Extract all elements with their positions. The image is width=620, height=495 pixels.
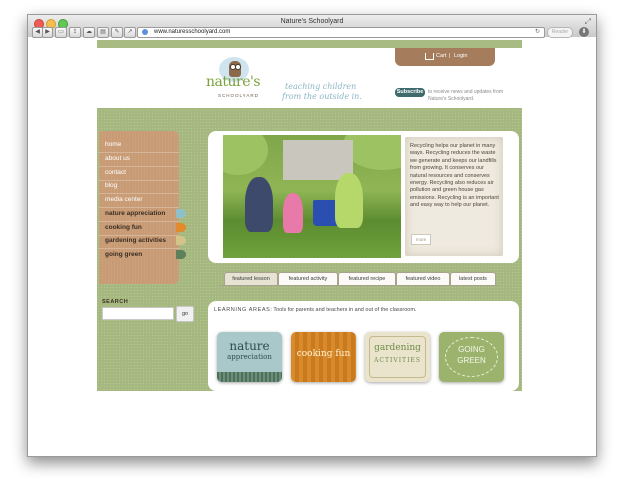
site-logo[interactable]: nature's bbox=[206, 74, 261, 90]
nav-divider bbox=[99, 221, 179, 222]
photo-tree bbox=[223, 135, 268, 175]
featured-caption: Recycling helps our planet in many ways.… bbox=[410, 143, 499, 209]
login-link[interactable]: Login bbox=[454, 53, 467, 59]
nav-item-going-green[interactable]: going green bbox=[105, 251, 142, 258]
cloud-icon[interactable]: ☁ bbox=[83, 27, 95, 38]
nav-divider bbox=[99, 235, 179, 236]
subscribe-description: to receive news and updates from Nature'… bbox=[428, 89, 504, 102]
cart-separator: | bbox=[449, 53, 451, 59]
address-bar[interactable]: www.naturesschoolyard.com ↻ bbox=[137, 27, 545, 38]
tagline-line2: from the outside in. bbox=[282, 92, 362, 101]
learning-areas-description: Tools for parents and teachers in and ou… bbox=[271, 307, 417, 313]
search-input[interactable] bbox=[102, 307, 174, 320]
send-icon[interactable]: ↗ bbox=[124, 27, 136, 38]
nav-divider bbox=[99, 193, 179, 194]
card-title: gardening bbox=[374, 343, 421, 353]
learning-areas-heading: LEARNING AREAS bbox=[214, 307, 271, 313]
nav-item-home[interactable]: home bbox=[105, 141, 121, 148]
card-subtitle: appreciation bbox=[227, 353, 272, 361]
tab-featured-activity[interactable]: featured activity bbox=[278, 272, 338, 286]
card-nature-appreciation[interactable]: nature appreciation bbox=[217, 332, 282, 382]
nav-item-contact[interactable]: contact bbox=[105, 169, 126, 176]
featured-tabs: featured lesson featured activity featur… bbox=[218, 272, 498, 286]
card-gardening-activities[interactable]: gardening ACTIVITIES bbox=[365, 332, 430, 382]
card-subtitle: GREEN bbox=[457, 356, 486, 365]
history-icon[interactable]: ▤ bbox=[97, 27, 109, 38]
card-subtitle: ACTIVITIES bbox=[374, 357, 421, 364]
nav-divider bbox=[99, 207, 179, 208]
nav-divider bbox=[99, 248, 179, 249]
featured-photo[interactable] bbox=[223, 135, 401, 258]
tools-icon[interactable]: ✎ bbox=[111, 27, 123, 38]
featured-caption-card: Recycling helps our planet in many ways.… bbox=[405, 137, 503, 256]
tab-featured-lesson[interactable]: featured lesson bbox=[224, 272, 278, 286]
tabs-baseline bbox=[218, 285, 498, 286]
nav-item-gardening-activities[interactable]: gardening activities bbox=[105, 237, 166, 244]
cart-login-tab: Cart | Login bbox=[395, 48, 495, 66]
nav-color-tab bbox=[176, 250, 186, 259]
cart-link[interactable]: Cart bbox=[436, 53, 446, 59]
title-bar: Nature's Schoolyard ⤢ ◀ ▶ ▭ ⇪ ☁ ▤ ✎ ↗ ww… bbox=[28, 15, 596, 39]
nav-item-nature-appreciation[interactable]: nature appreciation bbox=[105, 210, 165, 217]
share-icon[interactable]: ⇪ bbox=[69, 27, 81, 38]
window-title: Nature's Schoolyard bbox=[280, 18, 344, 25]
browser-window: Nature's Schoolyard ⤢ ◀ ▶ ▭ ⇪ ☁ ▤ ✎ ↗ ww… bbox=[27, 14, 597, 457]
tab-featured-video[interactable]: featured video bbox=[396, 272, 450, 286]
reload-icon[interactable]: ↻ bbox=[535, 28, 540, 37]
photo-child bbox=[245, 177, 273, 232]
card-title: nature bbox=[229, 339, 270, 353]
learning-areas-title: LEARNING AREAS: Tools for parents and te… bbox=[214, 307, 416, 313]
subscribe-button[interactable]: Subscribe bbox=[395, 88, 425, 97]
main-navigation: home about us contact blog media center … bbox=[99, 131, 186, 284]
search-label: SEARCH bbox=[102, 299, 129, 305]
tab-featured-recipe[interactable]: featured recipe bbox=[338, 272, 396, 286]
nav-item-about-us[interactable]: about us bbox=[105, 155, 130, 162]
url-text[interactable]: www.naturesschoolyard.com bbox=[154, 28, 230, 37]
tab-latest-posts[interactable]: latest posts bbox=[450, 272, 496, 286]
nav-color-tab bbox=[176, 209, 186, 218]
top-stripe bbox=[97, 40, 522, 48]
card-going-green[interactable]: GOING GREEN bbox=[439, 332, 504, 382]
card-cooking-fun[interactable]: cooking fun bbox=[291, 332, 356, 382]
forward-icon[interactable]: ▶ bbox=[42, 27, 53, 38]
logo-subtitle: SCHOOLYARD bbox=[218, 93, 259, 98]
nav-divider bbox=[99, 166, 179, 167]
grass-graphic bbox=[217, 372, 282, 382]
photo-child bbox=[283, 193, 303, 233]
web-content: nature's SCHOOLYARD teaching children fr… bbox=[28, 40, 596, 456]
tagline-line1: teaching children bbox=[285, 82, 357, 91]
site-globe-icon bbox=[142, 29, 148, 35]
nav-item-blog[interactable]: blog bbox=[105, 182, 117, 189]
more-button[interactable]: more bbox=[411, 234, 431, 245]
card-title: cooking fun bbox=[296, 349, 351, 359]
reader-button[interactable]: Reader bbox=[547, 27, 573, 38]
cart-icon[interactable] bbox=[425, 53, 434, 60]
nav-color-tab bbox=[176, 223, 186, 232]
owl-eye-icon bbox=[235, 64, 241, 70]
site-header: nature's SCHOOLYARD teaching children fr… bbox=[97, 48, 522, 108]
browser-toolbar: ◀ ▶ ▭ ⇪ ☁ ▤ ✎ ↗ www.naturesschoolyard.co… bbox=[28, 26, 596, 39]
card-title: GOING bbox=[458, 345, 485, 354]
site-container: nature's SCHOOLYARD teaching children fr… bbox=[97, 40, 522, 391]
nav-divider bbox=[99, 180, 179, 181]
photo-child bbox=[335, 173, 363, 228]
nav-item-media-center[interactable]: media center bbox=[105, 196, 143, 203]
bookmarks-icon[interactable]: ▭ bbox=[55, 27, 67, 38]
nav-item-cooking-fun[interactable]: cooking fun bbox=[105, 224, 142, 231]
nav-color-tab bbox=[176, 236, 186, 245]
search-go-button[interactable]: go bbox=[176, 306, 194, 322]
downloads-icon[interactable]: ⬇ bbox=[579, 27, 589, 37]
featured-panel: Recycling helps our planet in many ways.… bbox=[208, 131, 519, 263]
learning-areas-panel: LEARNING AREAS: Tools for parents and te… bbox=[208, 301, 519, 391]
nav-divider bbox=[99, 152, 179, 153]
